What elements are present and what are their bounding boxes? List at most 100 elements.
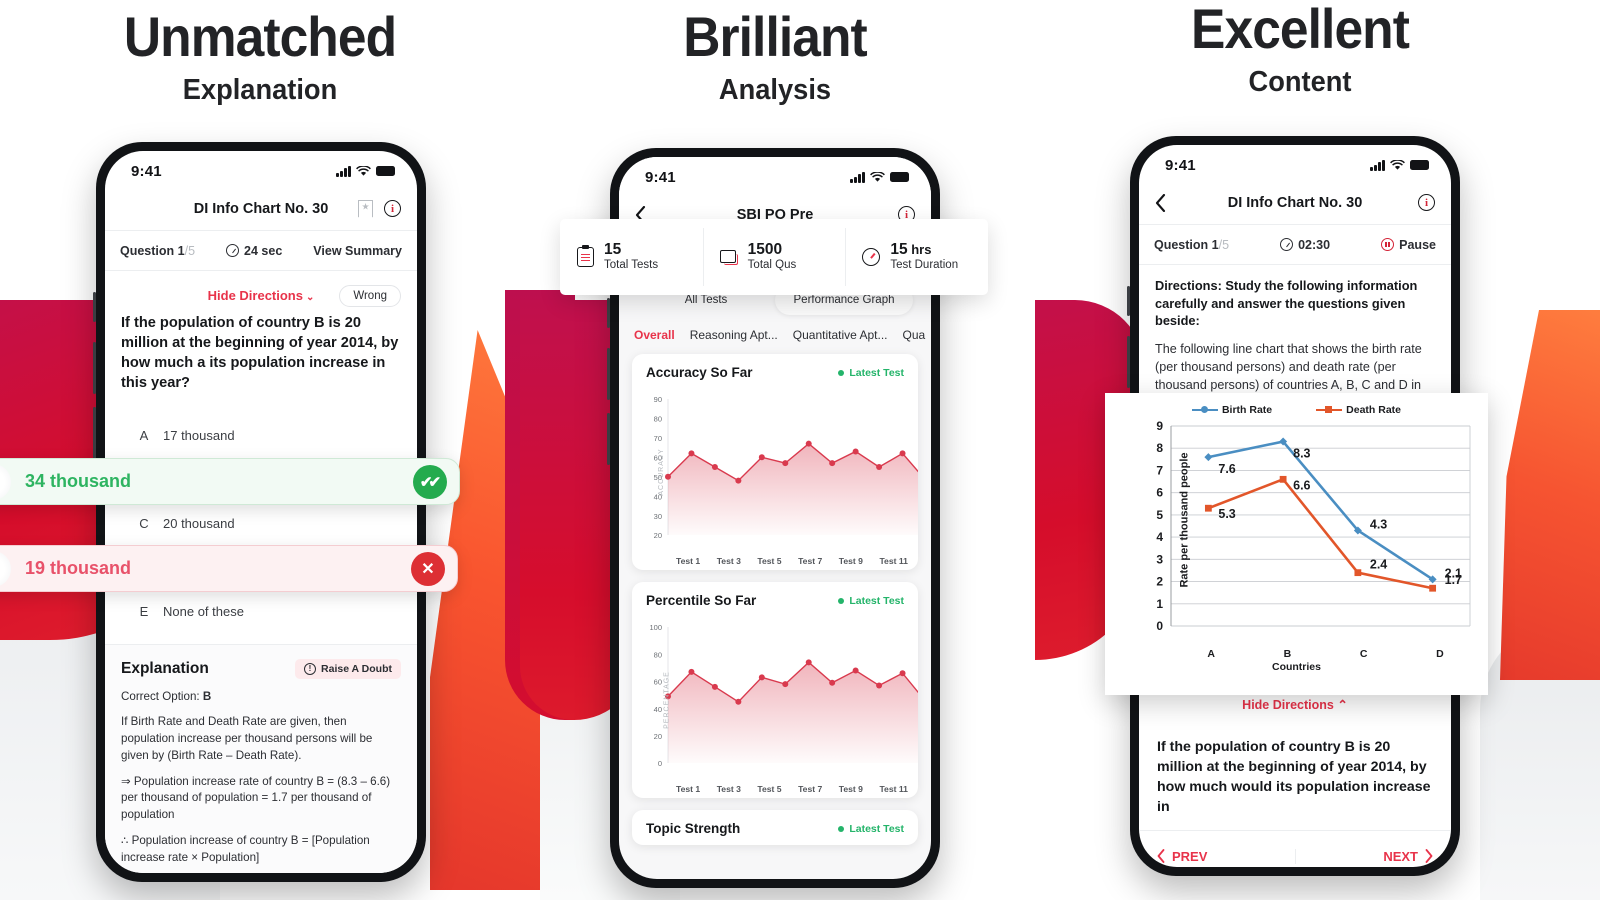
svg-text:5.3: 5.3 [1218,507,1235,521]
question-text: If the population of country B is 20 mil… [1157,739,1431,816]
promo-screenshot: Unmatched Explanation Brilliant Analysis… [0,0,1600,900]
explanation-para-1: If Birth Rate and Death Rate are given, … [121,715,373,762]
phone1-screen: 9:41 chevron-left-icon DI Info Chart No.… [105,151,417,873]
option-letter: B [0,463,11,500]
option-letter: C [139,516,149,531]
page-title: DI Info Chart No. 30 [1227,194,1363,211]
question-counter-total: /5 [184,243,196,258]
next-button[interactable]: NEXT [1294,848,1452,864]
chart-body: PERCENTAGE 0 20 40 60 80 100 [632,617,918,782]
svg-text:80: 80 [654,650,662,659]
question-counter-current: Question 1 [1154,237,1219,252]
headline-sub-2: Analysis [718,74,832,107]
svg-text:4: 4 [1156,530,1163,544]
x-tick: D [1436,648,1444,660]
option-card-wrong[interactable]: D 19 thousand ✕ [0,545,458,592]
chart-body: ACCURACY 20 30 40 50 60 70 80 90 [632,389,918,554]
chart-header: Topic Strength Latest Test [632,810,918,845]
stat-label: Total Qus [747,259,797,272]
legend-latest-test: Latest Test [838,823,904,835]
pause-label: Pause [1399,237,1436,252]
question-text: If the population of country B is 20 mil… [121,315,399,392]
svg-text:100: 100 [649,623,662,632]
y-axis-label: ACCURACY [658,447,666,496]
stat-value: 15 [604,241,622,259]
svg-text:3: 3 [1156,552,1163,566]
chart-title: Topic Strength [646,821,741,836]
option-row-e[interactable]: E None of these [121,590,401,634]
clipboard-icon [577,245,594,267]
stat-total-questions: 1500 Total Qus [702,219,846,295]
chart-card-topic-strength: Topic Strength Latest Test [632,810,918,845]
chart-title: Accuracy So Far [646,365,753,380]
percentile-line-chart: 0 20 40 60 80 100 [649,623,918,768]
question-meta-bar: Question 1/5 24 sec View Summary [105,231,417,271]
tab-overall[interactable]: Overall [634,328,675,342]
chevron-down-icon: ⌄ [305,292,315,303]
stats-summary-bar: 15 Total Tests 1500 Total Qus 15 hrs Tes… [560,219,988,295]
legend-latest-test: Latest Test [838,367,904,379]
pause-button[interactable]: Pause [1381,238,1436,252]
explanation-title: Explanation [121,659,209,677]
signal-bars-icon [850,171,865,183]
view-summary-button[interactable]: View Summary [313,244,402,258]
svg-text:1.7: 1.7 [1445,573,1462,587]
svg-text:2: 2 [1156,575,1163,589]
y-axis-label: Rate per thousand people [1178,452,1191,588]
chart-plot-area: Rate per thousand people 0 1 2 3 4 5 6 7 8 9 7.6 8.… [1115,419,1478,648]
x-tick: Test 5 [757,556,782,566]
option-letter: D [0,550,11,587]
svg-text:4.3: 4.3 [1370,517,1387,531]
tab-reasoning-aptitude[interactable]: Reasoning Apt... [690,328,778,342]
x-tick: Test 9 [838,784,863,794]
legend-label: Death Rate [1346,404,1402,416]
category-tabs: Overall Reasoning Apt... Quantitative Ap… [619,315,931,342]
info-circle-icon[interactable]: i [1418,194,1435,211]
directions-block: Directions: Study the following informat… [1139,265,1451,412]
explanation-para-3: ∴ Population increase of country B = [Po… [121,834,370,864]
chart-card-percentile: Percentile So Far Latest Test PERCENTAGE… [632,582,918,798]
question-counter: Question 1/5 [120,244,195,258]
exclamation-circle-icon: ! [304,662,317,675]
headline-sub-3: Content [1248,66,1352,99]
info-circle-icon[interactable]: i [384,200,401,217]
wifi-icon [356,165,371,176]
bookmark-icon[interactable]: ★ [358,200,373,218]
hide-directions-toggle[interactable]: Hide Directions ⌄ [208,288,315,303]
legend-label: Latest Test [849,822,904,835]
question-meta-bar: Question 1/5 02:30 Pause [1139,225,1451,265]
x-tick: Test 1 [676,784,701,794]
option-text: 19 thousand [25,558,132,578]
svg-text:70: 70 [654,434,662,443]
svg-text:8.3: 8.3 [1293,447,1310,461]
hide-directions-label: Hide Directions [207,288,303,303]
option-row-c[interactable]: C 20 thousand [121,502,401,546]
option-card-correct[interactable]: B 34 thousand ✔✔ [0,458,460,505]
prev-button[interactable]: PREV [1139,849,1295,864]
question-counter-current: Question 1 [120,243,185,258]
background-shape-right-orange [1500,310,1600,680]
x-tick: A [1207,648,1215,660]
chevron-right-icon [1425,849,1433,864]
svg-text:8: 8 [1156,441,1163,455]
legend-dot-icon [838,369,845,376]
correct-option-value: B [202,689,212,703]
x-tick: Test 7 [798,784,823,794]
raise-a-doubt-button[interactable]: ! Raise A Doubt [295,658,401,679]
svg-text:60: 60 [654,678,662,687]
svg-text:20: 20 [654,531,662,540]
headline-group-3: Excellent Content [1040,0,1560,99]
prev-label: PREV [1172,848,1208,864]
stat-label: Total Tests [604,259,659,272]
option-row-a[interactable]: A 17 thousand [121,414,401,458]
chevron-left-icon[interactable] [1155,193,1177,212]
status-time: 9:41 [131,162,162,180]
y-axis-label: PERCENTAGE [663,670,671,729]
stat-unit: hrs [907,242,932,258]
tab-quantitative-aptitude[interactable]: Quantitative Apt... [793,328,888,342]
chart-title: Percentile So Far [646,593,757,608]
x-axis-label: Countries [1271,661,1321,673]
hide-directions-toggle[interactable]: Hide Directions ⌃ [1139,697,1451,712]
tab-quant-partial[interactable]: Qua [903,328,926,342]
legend-line-icon [1191,406,1218,414]
